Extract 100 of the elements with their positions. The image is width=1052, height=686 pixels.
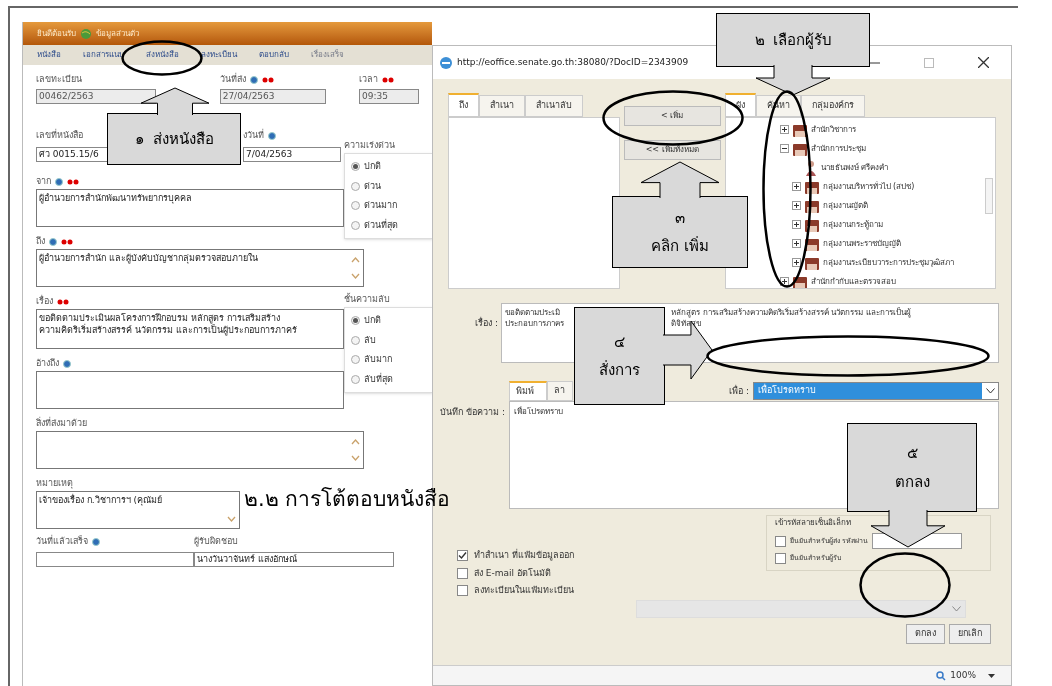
field-label: เลขทะเบียน: [36, 73, 82, 87]
radio-button[interactable]: [351, 374, 360, 384]
required-icon: [61, 239, 73, 245]
tab[interactable]: พิมพ์: [509, 381, 547, 401]
text-area[interactable]: ขอติดตามประเมินผลโครงการฝึกอบรม หลักสูตร การเสริมสร้าง ความคิดริเริ่มสร้างสรรค์ นวัตกรรม และการเป็นผู้ประกอบการภาครั: [36, 309, 344, 349]
field-label: เลขที่หนังสือ: [36, 129, 83, 143]
caret-icon: [985, 388, 995, 394]
radio-button[interactable]: [351, 181, 360, 191]
annotation-title: ๒.๒ การโต้ตอบหนังสือ: [243, 486, 452, 513]
checkbox[interactable]: [457, 550, 468, 562]
radio-button[interactable]: [351, 162, 360, 172]
info-icon[interactable]: [92, 538, 100, 546]
expand-toggle[interactable]: [791, 220, 801, 229]
zoom-icon[interactable]: [936, 670, 947, 681]
field-label: งวันที่: [243, 129, 264, 143]
input-field[interactable]: ศว 0015.15/6: [36, 147, 108, 162]
field-label: วันที่แล้วเสร็จ: [36, 535, 88, 549]
expand-toggle[interactable]: [779, 125, 789, 134]
option-label: ลงทะเบียนในแฟ้มทะเบียน: [474, 584, 574, 597]
nav-link[interactable]: หนังสือ: [37, 49, 61, 61]
window-url: http://eoffice.senate.go.th:38080/?DocID=2343909: [457, 55, 689, 69]
expand-toggle[interactable]: [791, 239, 801, 248]
required-icon: [67, 179, 79, 185]
input-field[interactable]: นางวันวาจันทร์ แสงอักษณ์: [194, 552, 394, 567]
field-label: ถึง: [36, 235, 45, 249]
scroll-down-icon[interactable]: [227, 516, 236, 522]
step-number: ๓: [675, 207, 685, 229]
field-label: เวลา: [359, 73, 378, 87]
zoom-level[interactable]: 100%: [950, 668, 976, 683]
info-icon[interactable]: [49, 238, 57, 246]
expand-toggle[interactable]: [791, 182, 801, 191]
checkbox[interactable]: [775, 535, 786, 547]
field-label: จาก: [36, 175, 51, 189]
tree-item[interactable]: สำนักกำกับและตรวจสอบ: [810, 275, 896, 288]
radio-button[interactable]: [351, 335, 360, 345]
field-label: เพื่อ :: [729, 384, 749, 398]
step-number: ๒: [754, 29, 765, 51]
step-text: ส่งหนังสือ: [152, 128, 214, 150]
expand-toggle[interactable]: [791, 258, 801, 267]
tree-item[interactable]: กลุ่มงานระเบียบวาระการประชุมวุฒิสภา: [822, 256, 954, 269]
dialog-button[interactable]: ตกลง: [906, 623, 945, 644]
tab[interactable]: สำเนา: [479, 95, 525, 117]
required-icon: [382, 77, 394, 83]
step-text: เลือกผู้รับ: [772, 29, 832, 51]
nav-link[interactable]: ส่งหนังสือ: [146, 49, 179, 61]
checkbox[interactable]: [457, 585, 468, 597]
tree-item[interactable]: กลุ่มงานพระราชบัญญัติ: [822, 237, 901, 250]
register-select[interactable]: [636, 599, 966, 618]
step-text: ตกลง: [894, 471, 930, 493]
checkbox[interactable]: [775, 553, 786, 564]
tree-item[interactable]: กลุ่มงานบริหารทั่วไป (สปช): [822, 180, 915, 193]
tree-item[interactable]: สำนักการประชุม: [810, 142, 866, 155]
tab[interactable]: ลา: [547, 381, 573, 401]
checkbox[interactable]: [457, 567, 468, 579]
input-field[interactable]: 7/04/2563: [243, 147, 341, 162]
tab[interactable]: สำเนาลับ: [525, 95, 583, 117]
nav-link[interactable]: ลงทะเบียน: [201, 49, 237, 61]
field-label: ความเร่งด่วน: [344, 139, 395, 153]
move-button[interactable]: < เพิ่ม: [623, 106, 721, 126]
tab[interactable]: กลุ่มองค์กร: [800, 95, 865, 117]
step-text: คลิก เพิ่ม: [651, 235, 709, 257]
info-icon[interactable]: [268, 132, 276, 140]
tree-item[interactable]: กลุ่มงานญัตติ: [822, 199, 868, 212]
text-area[interactable]: เจ้าของเรื่อง ก.วิชาการฯ (คุณัมย์: [36, 491, 240, 529]
globe-icon: [80, 27, 92, 40]
field-label: สิ่งที่ส่งมาด้วย: [36, 417, 87, 431]
info-icon[interactable]: [63, 360, 71, 368]
radio-button[interactable]: [351, 316, 360, 326]
text-area[interactable]: ผู้อำนวยการสำนัก และผู้บังคับบัญชากลุ่มตรวจสอบภายใน: [36, 249, 364, 287]
radio-label: ลับที่สุด: [364, 372, 393, 386]
field-label: เรื่อง: [36, 295, 53, 309]
expand-toggle[interactable]: [779, 277, 789, 286]
scrollbar[interactable]: [985, 178, 993, 214]
expand-toggle[interactable]: [779, 144, 789, 153]
text-area[interactable]: [36, 431, 364, 469]
expand-toggle[interactable]: [791, 201, 801, 210]
tab[interactable]: ถึง: [448, 93, 479, 117]
step-number: ๔: [614, 331, 625, 353]
field-label: หมายเหตุ: [36, 477, 73, 491]
dialog-button[interactable]: ยกเลิก: [949, 623, 991, 644]
tab[interactable]: ผัง: [724, 93, 756, 117]
caret-icon[interactable]: [988, 673, 995, 678]
tree-item[interactable]: สำนักวิชาการ: [810, 123, 856, 136]
radio-button[interactable]: [351, 220, 360, 230]
info-icon[interactable]: [55, 178, 63, 186]
tree-item[interactable]: กลุ่มงานกระทู้ถาม: [822, 218, 883, 231]
text-area[interactable]: ผู้อำนวยการสำนักพัฒนาทรัพยากรบุคคล: [36, 189, 344, 227]
group-title: เข้ารหัสลายเซ็นอิเล็กท: [775, 517, 852, 529]
nav-link[interactable]: ตอบกลับ: [259, 49, 289, 61]
close-icon[interactable]: [978, 57, 989, 68]
info-icon[interactable]: [249, 76, 258, 84]
text-area[interactable]: [36, 371, 344, 409]
tree-item[interactable]: นายธันพงษ์ ศรีคงคำ: [820, 161, 889, 174]
browser-icon: [439, 55, 453, 70]
input-field[interactable]: [36, 552, 194, 567]
radio-button[interactable]: [351, 201, 360, 211]
person-icon: [803, 159, 818, 176]
step-number: ๑: [134, 128, 145, 150]
radio-button[interactable]: [351, 355, 360, 365]
move-button[interactable]: << เพิ่มทั้งหมด: [623, 140, 721, 160]
